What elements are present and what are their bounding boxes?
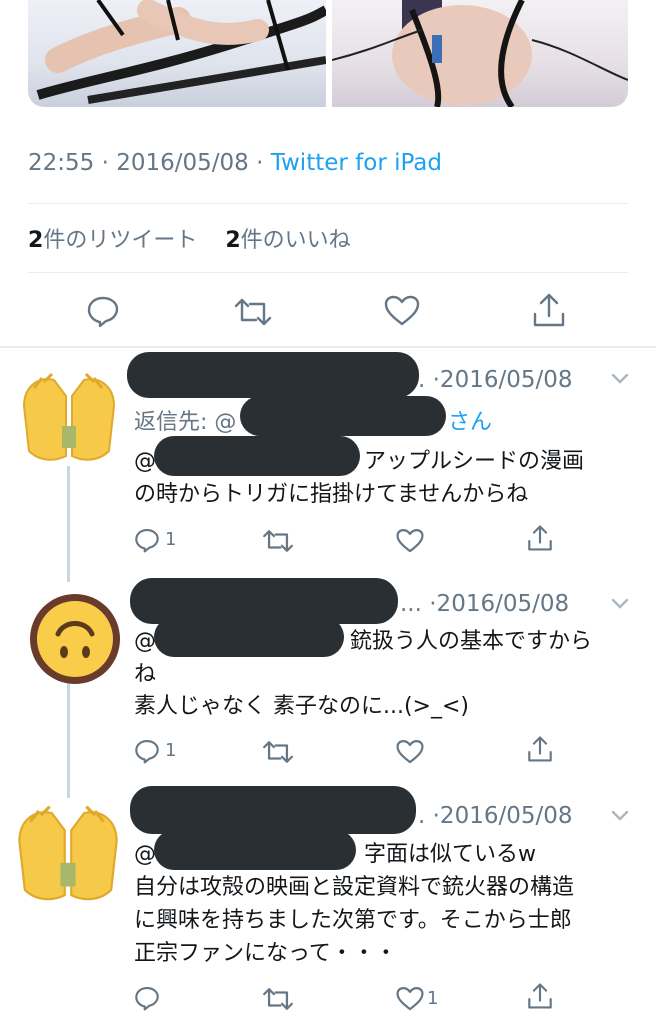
reply-text: の時からトリガに指掛けてませんからね	[134, 482, 529, 507]
redacted-mention	[154, 830, 356, 870]
mention-prefix[interactable]: @	[134, 625, 156, 658]
reply-avatar[interactable]	[8, 798, 128, 917]
like-icon[interactable]	[396, 528, 424, 554]
like-icon[interactable]	[396, 986, 424, 1012]
like-count: 1	[427, 988, 439, 1009]
retweet-icon[interactable]	[262, 986, 294, 1012]
chevron-down-icon[interactable]	[610, 370, 630, 391]
share-icon[interactable]	[527, 982, 553, 1010]
redacted-display-name	[127, 352, 419, 398]
redacted-handle	[240, 396, 446, 436]
chevron-down-icon[interactable]	[610, 595, 630, 616]
retweets-stat[interactable]: 2件のリツイート	[28, 228, 197, 253]
thread-line	[67, 680, 70, 798]
reply-icon[interactable]	[86, 294, 120, 328]
redacted-mention	[154, 617, 344, 657]
reply-avatar[interactable]	[28, 592, 122, 686]
tweet-media[interactable]	[28, 0, 628, 107]
reply-text: 字面は似ているw	[364, 842, 536, 867]
reply-date: . ·2016/05/08	[418, 803, 573, 829]
reply-text: ね	[134, 662, 157, 687]
share-icon[interactable]	[532, 292, 566, 328]
raised-hands-icon	[14, 366, 124, 477]
divider	[0, 346, 656, 348]
reply-icon[interactable]	[134, 738, 160, 764]
reply-text: に興味を持ちました次第です。そこから士郎	[134, 908, 572, 933]
raised-hands-icon	[8, 798, 128, 917]
thread-line	[67, 466, 70, 582]
reply-text: 自分は攻殻の映画と設定資料で銃火器の構造	[134, 875, 575, 900]
likes-stat[interactable]: 2件のいいね	[225, 228, 350, 253]
like-icon[interactable]	[384, 295, 420, 327]
reply-icon[interactable]	[134, 527, 160, 553]
media-image-2[interactable]	[332, 0, 628, 107]
tweet-date: 2016/05/08	[116, 150, 249, 176]
mention-prefix[interactable]: @	[134, 445, 156, 478]
reply-to-label: 返信先: @	[134, 410, 237, 435]
reply-count: 1	[165, 740, 177, 761]
reply-text: 正宗ファンになって・・・	[134, 941, 397, 966]
media-image-1[interactable]	[28, 0, 326, 107]
retweet-icon[interactable]	[262, 739, 294, 765]
chevron-down-icon[interactable]	[610, 807, 630, 828]
divider	[28, 203, 628, 204]
reply-avatar[interactable]	[14, 366, 124, 477]
reply-date: ... ·2016/05/08	[400, 591, 570, 617]
tweet-stats: 2件のリツイート 2件のいいね	[28, 222, 351, 254]
reply-date: . ·2016/05/08	[418, 367, 573, 393]
reply-text: 銃扱う人の基本ですから	[350, 629, 593, 654]
share-icon[interactable]	[527, 524, 553, 552]
tweet-time: 22:55	[28, 150, 95, 176]
reply-count: 1	[165, 529, 177, 550]
like-icon[interactable]	[396, 739, 424, 765]
upside-down-face-icon	[28, 592, 122, 686]
tweet-timestamp: 22:55 · 2016/05/08 · Twitter for iPad	[28, 150, 443, 176]
retweet-icon[interactable]	[234, 296, 272, 328]
redacted-display-name	[130, 786, 416, 834]
reply-text: 素人じゃなく 素子なのに...(>_<)	[134, 694, 470, 719]
share-icon[interactable]	[527, 735, 553, 763]
redacted-mention	[154, 436, 360, 476]
reply-icon[interactable]	[134, 985, 160, 1011]
tweet-source-link[interactable]: Twitter for iPad	[271, 150, 442, 176]
divider	[28, 272, 628, 273]
reply-text: アップルシードの漫画	[364, 449, 585, 474]
retweet-icon[interactable]	[262, 528, 294, 554]
reply-to-suffix[interactable]: さん	[448, 404, 492, 436]
mention-prefix[interactable]: @	[134, 838, 156, 871]
